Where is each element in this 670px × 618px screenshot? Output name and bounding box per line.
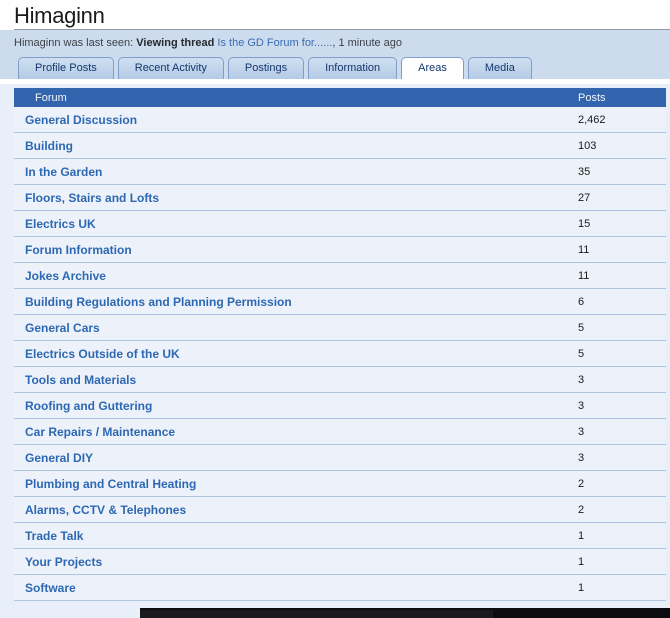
table-row: Car Repairs / Maintenance 3 xyxy=(14,419,666,445)
post-count: 1 xyxy=(578,530,666,542)
tab-postings[interactable]: Postings xyxy=(228,57,304,79)
forum-link[interactable]: Car Repairs / Maintenance xyxy=(25,425,175,439)
post-count: 35 xyxy=(578,166,666,178)
forum-link[interactable]: Software xyxy=(25,581,76,595)
post-count: 5 xyxy=(578,322,666,334)
forum-link[interactable]: Building Regulations and Planning Permis… xyxy=(25,295,292,309)
forum-link[interactable]: Your Projects xyxy=(25,555,102,569)
post-count: 11 xyxy=(578,270,666,282)
table-row: Forum Information 11 xyxy=(14,237,666,263)
post-count: 11 xyxy=(578,244,666,256)
table-row: Software 1 xyxy=(14,575,666,601)
table-row: Building Regulations and Planning Permis… xyxy=(14,289,666,315)
forum-link[interactable]: In the Garden xyxy=(25,165,102,179)
table-row: General Discussion 2,462 xyxy=(14,107,666,133)
post-count: 3 xyxy=(578,374,666,386)
table-row: General DIY 3 xyxy=(14,445,666,471)
table-body: General Discussion 2,462 Building 103 In… xyxy=(14,107,666,601)
header-divider xyxy=(14,29,670,30)
tab-information[interactable]: Information xyxy=(308,57,397,79)
forum-link[interactable]: Forum Information xyxy=(25,243,132,257)
post-count: 27 xyxy=(578,192,666,204)
table-row: Building 103 xyxy=(14,133,666,159)
table-row: Roofing and Guttering 3 xyxy=(14,393,666,419)
forum-link[interactable]: Roofing and Guttering xyxy=(25,399,152,413)
tab-areas[interactable]: Areas xyxy=(401,57,464,79)
forum-link[interactable]: Alarms, CCTV & Telephones xyxy=(25,503,186,517)
table-row: In the Garden 35 xyxy=(14,159,666,185)
last-seen-label: Himaginn was last seen: xyxy=(14,37,133,49)
post-count: 1 xyxy=(578,556,666,568)
post-count: 103 xyxy=(578,140,666,152)
table-row: Tools and Materials 3 xyxy=(14,367,666,393)
table-row: Trade Talk 1 xyxy=(14,523,666,549)
forum-link[interactable]: Electrics UK xyxy=(25,217,96,231)
profile-tab-bar: Profile Posts Recent Activity Postings I… xyxy=(0,56,670,79)
forum-link[interactable]: General DIY xyxy=(25,451,93,465)
forum-link[interactable]: General Cars xyxy=(25,321,100,335)
forum-link[interactable]: Floors, Stairs and Lofts xyxy=(25,191,159,205)
table-row: Jokes Archive 11 xyxy=(14,263,666,289)
thread-link[interactable]: Is the GD Forum for...... xyxy=(217,37,332,49)
last-seen-action: Viewing thread xyxy=(136,37,214,49)
tab-recent-activity[interactable]: Recent Activity xyxy=(118,57,224,79)
forum-link[interactable]: General Discussion xyxy=(25,113,137,127)
table-row: Electrics Outside of the UK 5 xyxy=(14,341,666,367)
forum-link[interactable]: Plumbing and Central Heating xyxy=(25,477,196,491)
column-header-posts: Posts xyxy=(578,92,666,104)
post-count: 2,462 xyxy=(578,114,666,126)
page-title: Himaginn xyxy=(14,3,105,29)
post-count: 5 xyxy=(578,348,666,360)
tab-label: Areas xyxy=(418,62,447,74)
table-row: Your Projects 1 xyxy=(14,549,666,575)
forum-link[interactable]: Jokes Archive xyxy=(25,269,106,283)
tab-label: Media xyxy=(485,62,515,74)
last-seen-bar: Himaginn was last seen: Viewing thread I… xyxy=(0,30,670,56)
areas-tab-content: Forum Posts General Discussion 2,462 Bui… xyxy=(0,84,670,601)
table-row: General Cars 5 xyxy=(14,315,666,341)
post-count: 3 xyxy=(578,400,666,412)
post-count: 2 xyxy=(578,478,666,490)
last-seen-time: , 1 minute ago xyxy=(332,37,402,49)
table-row: Alarms, CCTV & Telephones 2 xyxy=(14,497,666,523)
tab-label: Postings xyxy=(245,62,287,74)
table-row: Floors, Stairs and Lofts 27 xyxy=(14,185,666,211)
forum-posts-table: Forum Posts General Discussion 2,462 Bui… xyxy=(14,88,666,601)
cropped-black-bar xyxy=(140,608,670,618)
post-count: 15 xyxy=(578,218,666,230)
table-header-row: Forum Posts xyxy=(14,88,666,107)
table-row: Plumbing and Central Heating 2 xyxy=(14,471,666,497)
tab-profile-posts[interactable]: Profile Posts xyxy=(18,57,114,79)
post-count: 3 xyxy=(578,452,666,464)
forum-link[interactable]: Building xyxy=(25,139,73,153)
profile-header: Himaginn xyxy=(0,0,670,30)
forum-link[interactable]: Electrics Outside of the UK xyxy=(25,347,180,361)
forum-link[interactable]: Trade Talk xyxy=(25,529,83,543)
forum-link[interactable]: Tools and Materials xyxy=(25,373,136,387)
tab-label: Information xyxy=(325,62,380,74)
tab-label: Recent Activity xyxy=(135,62,207,74)
post-count: 2 xyxy=(578,504,666,516)
table-row: Electrics UK 15 xyxy=(14,211,666,237)
cropped-black-bar-segment xyxy=(493,610,670,618)
tab-label: Profile Posts xyxy=(35,62,97,74)
column-header-forum: Forum xyxy=(14,92,578,104)
post-count: 3 xyxy=(578,426,666,438)
post-count: 1 xyxy=(578,582,666,594)
tab-media[interactable]: Media xyxy=(468,57,532,79)
post-count: 6 xyxy=(578,296,666,308)
